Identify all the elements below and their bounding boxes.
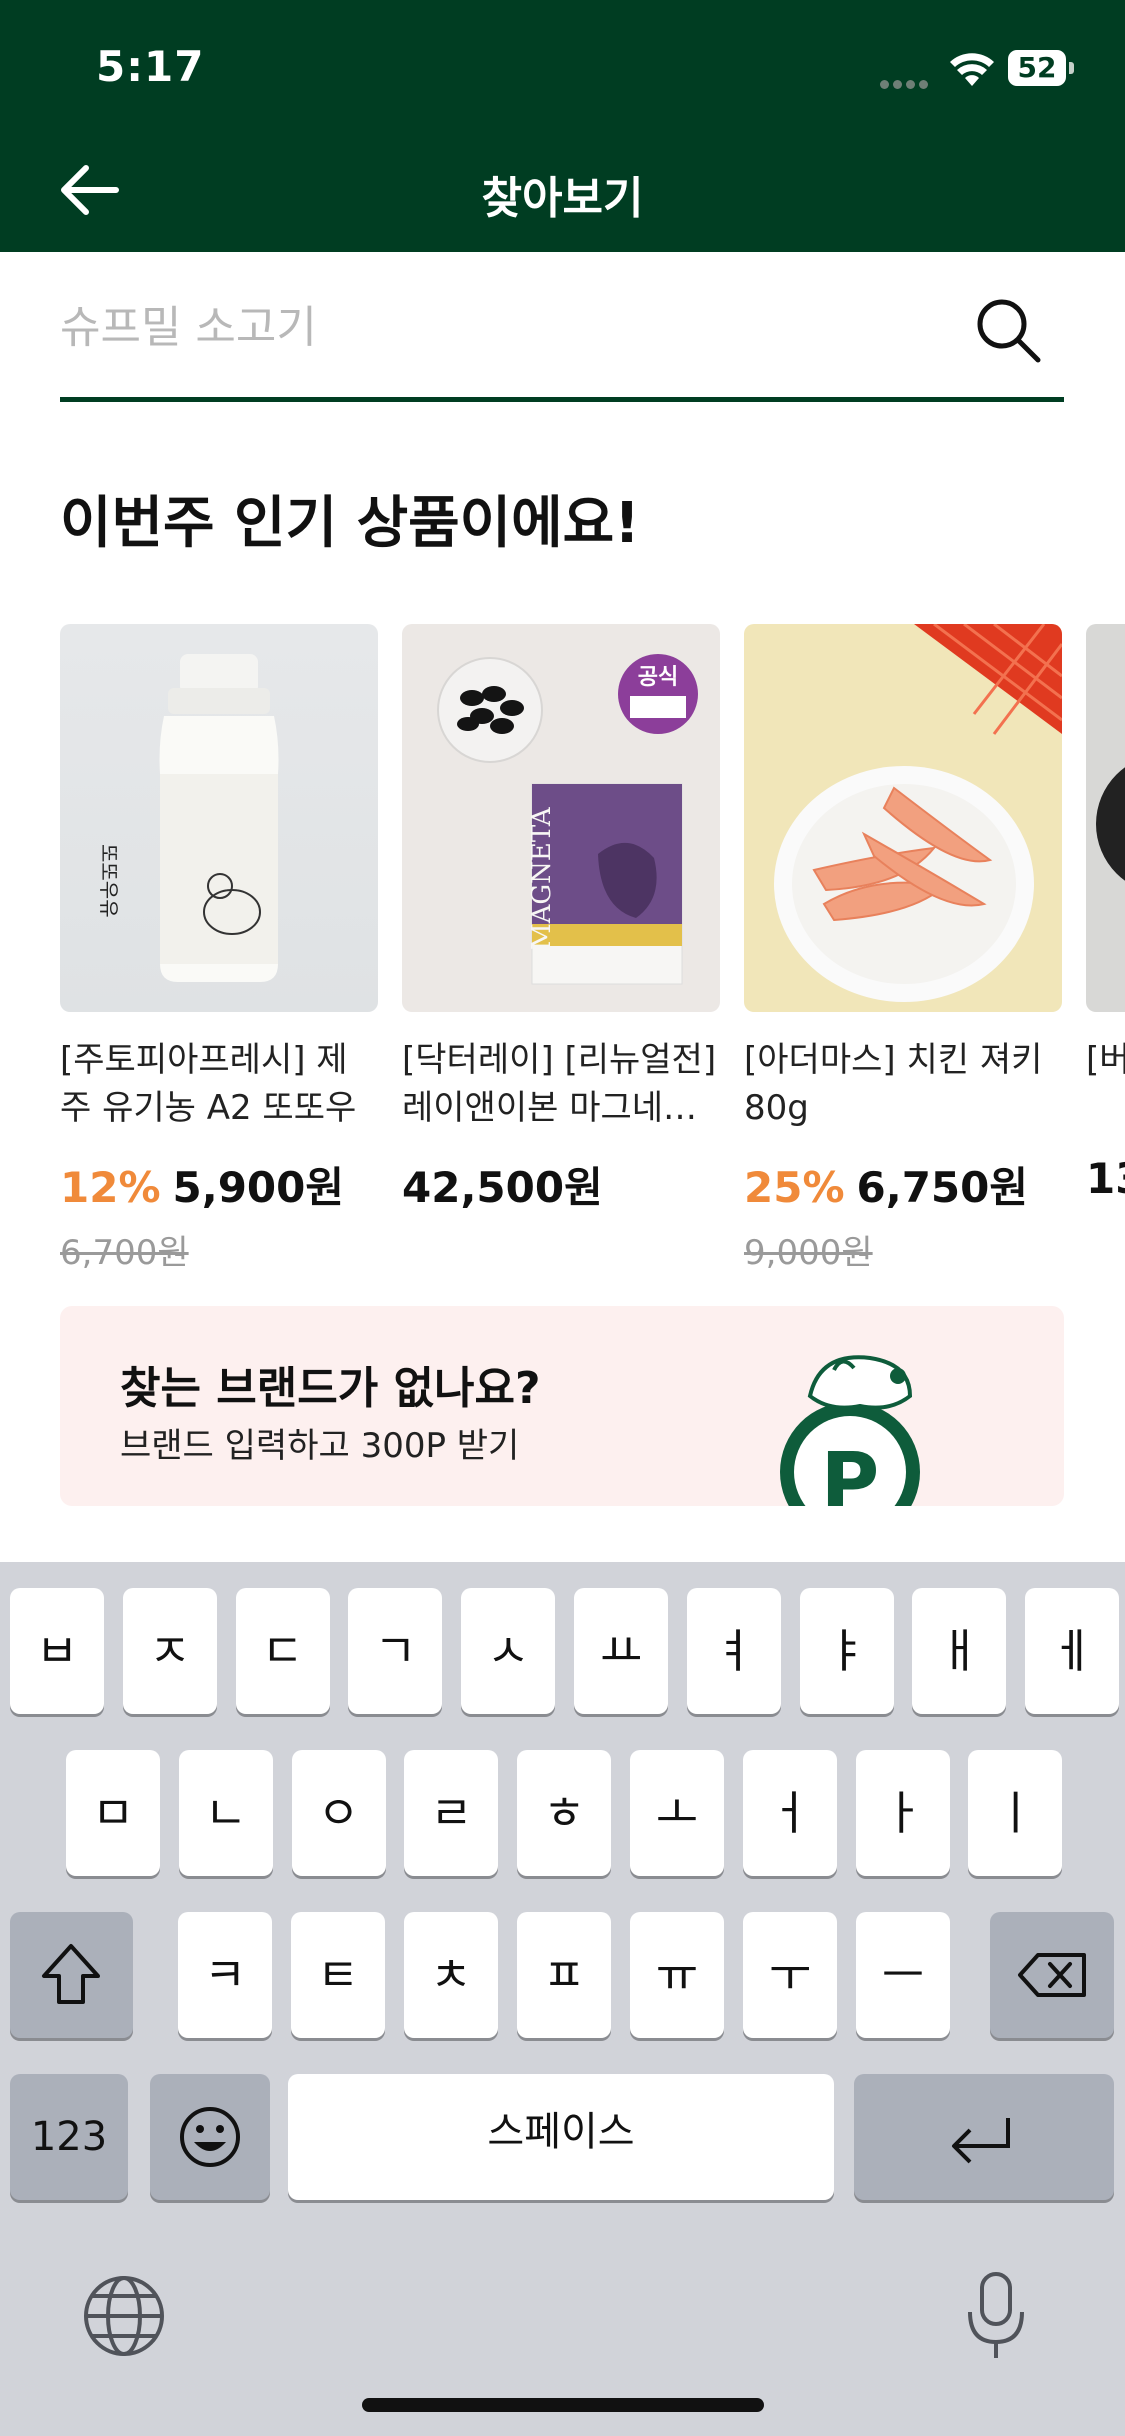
sale-price: 6,750원 (856, 1163, 1029, 1212)
key-row3-4[interactable]: ㅠ (630, 1912, 724, 2038)
key-row3-0[interactable]: ㅋ (178, 1912, 272, 2038)
original-price: 6,700원 (60, 1233, 189, 1273)
emoji-icon (180, 2107, 240, 2167)
original-price: 9,000원 (744, 1233, 873, 1273)
bottle-label: 또또우유 (97, 844, 121, 918)
key-row2-3[interactable]: ㄹ (404, 1750, 499, 1876)
official-badge: 공식 (638, 665, 678, 690)
home-indicator[interactable] (362, 2398, 764, 2412)
product-image (744, 624, 1062, 1012)
page-title: 찾아보기 (481, 173, 644, 224)
key-row1-6[interactable]: ㅕ (686, 1588, 781, 1714)
return-icon (952, 2118, 1010, 2164)
microphone-icon[interactable] (960, 2268, 1032, 2364)
numbers-key[interactable]: 123 (10, 2074, 128, 2200)
sale-price: 42,500원 (402, 1163, 603, 1212)
key-row2-1[interactable]: ㄴ (178, 1750, 273, 1876)
key-row1-7[interactable]: ㅑ (799, 1588, 894, 1714)
search-input[interactable] (60, 292, 940, 362)
key-row2-5[interactable]: ㅗ (630, 1750, 724, 1876)
wifi-icon (950, 53, 994, 86)
brand-request-banner[interactable]: 찾는 브랜드가 없나요? 브랜드 입력하고 300P 받기 P (60, 1306, 1064, 1506)
sale-price: 5,900원 (172, 1163, 345, 1212)
product-card[interactable]: [아더마스] 치킨 져키 80g 25% 6,750원 9,000원 (744, 624, 1062, 1274)
key-row1-2[interactable]: ㄷ (235, 1588, 330, 1714)
navigation-bar: 찾아보기 (0, 130, 1125, 252)
key-row2-6[interactable]: ㅓ (742, 1750, 837, 1876)
delete-key[interactable] (990, 1912, 1114, 2038)
svg-text:P: P (821, 1436, 880, 1506)
section-title: 이번주 인기 상품이에요! (60, 491, 640, 556)
banner-title: 찾는 브랜드가 없나요? (120, 1363, 541, 1414)
product-name: [버 이크 (1086, 1040, 1125, 1080)
key-row1-3[interactable]: ㄱ (348, 1588, 443, 1714)
product-name: [주토피아프레시] 제주 유기농 A2 또또우유… (60, 1040, 357, 1128)
search-icon[interactable] (968, 290, 1048, 370)
battery-icon: 52 (1008, 50, 1074, 88)
sale-price: 13 (1086, 1154, 1125, 1203)
product-image (1086, 624, 1125, 1012)
emoji-key[interactable] (150, 2074, 270, 2200)
product-name: [아더마스] 치킨 져키 80g (744, 1040, 1043, 1128)
key-row1-0[interactable]: ㅂ (10, 1588, 104, 1714)
product-name: [닥터레이] [리뉴얼전] 레이앤이본 마그네… (402, 1040, 717, 1128)
key-row2-8[interactable]: ㅣ (968, 1750, 1063, 1876)
product-card[interactable]: 공식 MAGNETA [닥터레이] [리뉴얼전] 레이앤이본 마그네… 42,5… (402, 624, 720, 1215)
search-bar (60, 252, 1064, 402)
return-key[interactable] (854, 2074, 1114, 2200)
key-row1-9[interactable]: ㅔ (1025, 1588, 1120, 1714)
battery-level: 52 (1008, 50, 1066, 86)
key-row2-2[interactable]: ㅇ (291, 1750, 386, 1876)
key-row3-1[interactable]: ㅌ (291, 1912, 385, 2038)
shift-key[interactable] (10, 1912, 133, 2038)
key-row3-2[interactable]: ㅊ (404, 1912, 498, 2038)
cellular-signal-icon (880, 74, 934, 89)
key-row3-5[interactable]: ㅜ (743, 1912, 837, 2038)
key-row1-8[interactable]: ㅐ (912, 1588, 1007, 1714)
banner-subtitle: 브랜드 입력하고 300P 받기 (120, 1426, 520, 1466)
product-card[interactable]: 또또우유 [주토피아프레시] 제주 유기농 A2 또또우유… 12%5,900원… (60, 624, 378, 1274)
key-row2-4[interactable]: ㅎ (517, 1750, 612, 1876)
discount-rate: 12% (60, 1163, 161, 1212)
globe-icon[interactable] (82, 2274, 166, 2358)
key-row3-3[interactable]: ㅍ (517, 1912, 611, 2038)
key-row1-5[interactable]: ㅛ (574, 1588, 668, 1714)
status-time: 5:17 (96, 42, 205, 91)
product-card[interactable]: [버 이크 13 (1086, 624, 1125, 1203)
korean-keyboard: ㅂㅈㄷㄱㅅㅛㅕㅑㅐㅔㅁㄴㅇㄹㅎㅗㅓㅏㅣㅋㅌㅊㅍㅠㅜㅡ 123 스페이스 (0, 1562, 1125, 2436)
key-row2-0[interactable]: ㅁ (66, 1750, 160, 1876)
key-row3-6[interactable]: ㅡ (856, 1912, 950, 2038)
product-carousel[interactable]: 또또우유 [주토피아프레시] 제주 유기농 A2 또또우유… 12%5,900원… (60, 624, 1125, 1284)
point-coin-icon: P (780, 1355, 920, 1506)
product-image: 또또우유 (60, 624, 378, 1012)
shift-icon (42, 1944, 100, 2004)
key-row2-7[interactable]: ㅏ (855, 1750, 950, 1876)
status-bar: 5:17 52 (0, 0, 1125, 130)
delete-icon (1018, 1953, 1086, 1997)
box-label: MAGNETA (527, 806, 557, 950)
discount-rate: 25% (744, 1163, 845, 1212)
product-image: 공식 MAGNETA (402, 624, 720, 1012)
space-key[interactable]: 스페이스 (288, 2074, 834, 2200)
key-row1-1[interactable]: ㅈ (122, 1588, 217, 1714)
key-row1-4[interactable]: ㅅ (461, 1588, 556, 1714)
